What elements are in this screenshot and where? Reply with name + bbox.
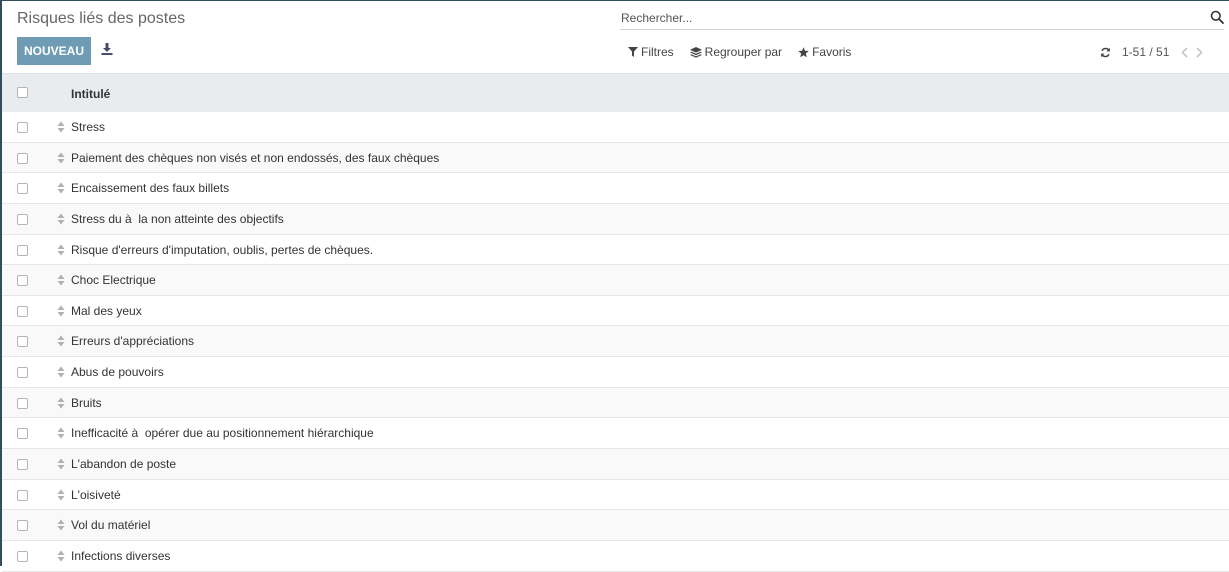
table-row[interactable]: Mal des yeux <box>2 296 1229 327</box>
select-all-checkbox[interactable] <box>17 87 28 98</box>
sort-handle-icon[interactable] <box>57 152 65 164</box>
row-title: Vol du matériel <box>71 518 151 533</box>
list-body: Stress Paiement des chèques non visés et … <box>2 112 1229 572</box>
row-checkbox[interactable] <box>17 520 28 532</box>
row-checkbox[interactable] <box>17 305 28 317</box>
row-checkbox[interactable] <box>17 275 28 287</box>
column-header-title[interactable]: Intitulé <box>71 87 110 101</box>
row-checkbox[interactable] <box>17 213 28 225</box>
row-checkbox[interactable] <box>17 336 28 348</box>
row-checkbox[interactable] <box>17 459 28 471</box>
pager-value[interactable]: 1-51 / 51 <box>1122 45 1169 59</box>
search-bar <box>620 6 1224 30</box>
row-checkbox[interactable] <box>17 397 28 409</box>
row-title: L'oisiveté <box>71 487 121 502</box>
row-checkbox[interactable] <box>17 428 28 440</box>
table-row[interactable]: Choc Electrique <box>2 265 1229 296</box>
group-by-label: Regrouper par <box>704 45 783 59</box>
row-title: Inefficacité à opérer due au positionnem… <box>71 426 374 441</box>
table-row[interactable]: Inefficacité à opérer due au positionnem… <box>2 418 1229 450</box>
row-title: Encaissement des faux billets <box>71 181 230 196</box>
sort-handle-icon[interactable] <box>57 244 65 256</box>
row-checkbox[interactable] <box>17 183 28 195</box>
sort-handle-icon[interactable] <box>57 427 65 439</box>
search-icon[interactable] <box>1210 10 1224 24</box>
sort-handle-icon[interactable] <box>57 305 65 317</box>
pager: 1-51 / 51 <box>1100 44 1226 60</box>
table-row[interactable]: Stress du à la non atteinte des objectif… <box>2 203 1229 235</box>
sort-handle-icon[interactable] <box>57 335 65 347</box>
row-checkbox[interactable] <box>17 367 28 379</box>
search-input[interactable] <box>621 9 1191 27</box>
filter-icon <box>628 47 638 57</box>
row-title: Stress du à la non atteinte des objectif… <box>71 211 284 226</box>
row-title: Paiement des chèques non visés et non en… <box>71 150 440 165</box>
table-row[interactable]: Bruits <box>2 387 1229 419</box>
table-row[interactable]: L'abandon de poste <box>2 449 1229 480</box>
sort-handle-icon[interactable] <box>57 366 65 378</box>
chevron-right-icon <box>1196 46 1204 58</box>
pager-next[interactable] <box>1196 46 1204 58</box>
chevron-left-icon <box>1181 46 1188 58</box>
pager-previous[interactable] <box>1181 46 1188 58</box>
table-row[interactable]: Erreurs d'appréciations <box>2 326 1229 358</box>
row-checkbox[interactable] <box>17 489 28 501</box>
new-button[interactable]: NOUVEAU <box>17 37 91 65</box>
sort-handle-icon[interactable] <box>57 550 65 562</box>
download-icon <box>101 43 113 55</box>
layers-icon <box>689 46 702 58</box>
table-row[interactable]: Paiement des chèques non visés et non en… <box>2 142 1229 174</box>
download-button[interactable] <box>99 41 115 57</box>
table-row[interactable]: Stress <box>2 112 1229 143</box>
sort-handle-icon[interactable] <box>57 121 65 133</box>
table-row[interactable]: Risque d'erreurs d'imputation, oublis, p… <box>2 235 1229 266</box>
table-row[interactable]: Abus de pouvoirs <box>2 357 1229 388</box>
row-checkbox[interactable] <box>17 152 28 164</box>
table-row[interactable]: Infections diverses <box>2 541 1229 572</box>
sort-handle-icon[interactable] <box>57 458 65 470</box>
row-checkbox[interactable] <box>17 244 28 256</box>
filters-label: Filtres <box>641 45 674 59</box>
table-row[interactable]: Encaissement des faux billets <box>2 173 1229 204</box>
favorites-button[interactable]: Favoris <box>798 45 851 59</box>
row-title: Infections diverses <box>71 548 171 563</box>
table-row[interactable]: Vol du matériel <box>2 510 1229 541</box>
sort-handle-icon[interactable] <box>57 182 65 194</box>
sort-handle-icon[interactable] <box>57 489 65 501</box>
reload-button[interactable] <box>1100 47 1111 58</box>
sort-handle-icon[interactable] <box>57 274 65 286</box>
row-title: L'abandon de poste <box>71 457 177 472</box>
list-header: Intitulé <box>2 73 1229 112</box>
row-title: Mal des yeux <box>71 303 142 318</box>
control-panel: Risques liés des postes NOUVEAU Filtres <box>2 1 1229 73</box>
sort-handle-icon[interactable] <box>57 397 65 409</box>
row-title: Stress <box>71 120 106 134</box>
sort-handle-icon[interactable] <box>57 213 65 225</box>
sort-handle-icon[interactable] <box>57 519 65 531</box>
row-title: Risque d'erreurs d'imputation, oublis, p… <box>71 242 374 257</box>
row-title: Choc Electrique <box>71 273 156 288</box>
row-title: Erreurs d'appréciations <box>71 334 195 349</box>
page-title: Risques liés des postes <box>17 10 186 27</box>
table-row[interactable]: L'oisiveté <box>2 480 1229 511</box>
star-icon <box>798 46 809 57</box>
row-checkbox[interactable] <box>17 550 28 562</box>
row-title: Bruits <box>71 395 102 410</box>
group-by-button[interactable]: Regrouper par <box>689 45 783 59</box>
filters-button[interactable]: Filtres <box>628 45 674 59</box>
row-title: Abus de pouvoirs <box>71 365 164 380</box>
search-options: Filtres Regrouper par Favoris <box>628 45 867 59</box>
row-checkbox[interactable] <box>17 122 28 133</box>
favorites-label: Favoris <box>812 45 852 59</box>
refresh-icon <box>1101 47 1110 57</box>
